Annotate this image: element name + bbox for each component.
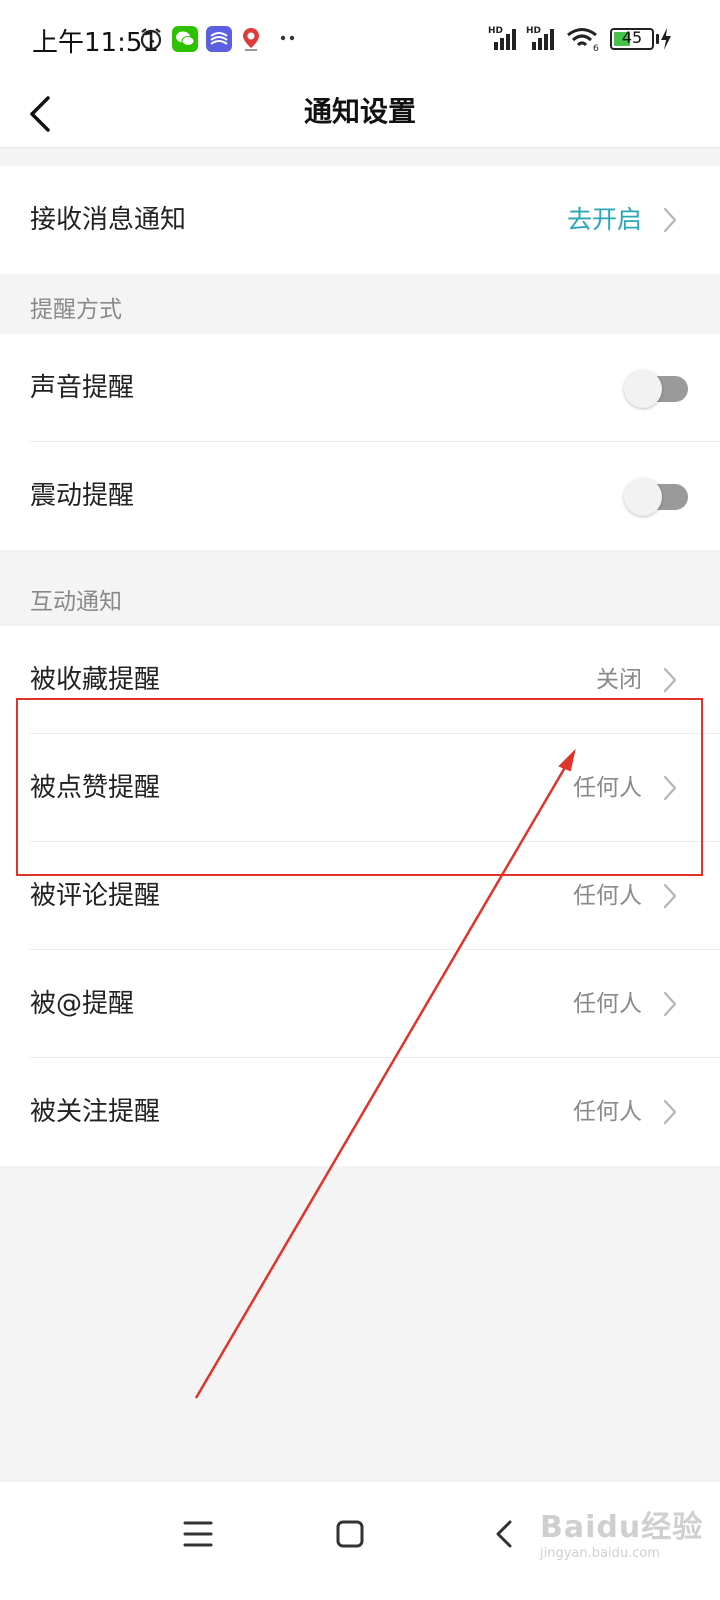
favorited-reminder-row[interactable]: 被收藏提醒 关闭 (0, 626, 720, 734)
row-value: 任何人 (573, 883, 642, 909)
row-label: 声音提醒 (30, 373, 135, 403)
mention-reminder-row[interactable]: 被@提醒 任何人 (0, 950, 720, 1058)
wifi-icon: 6 (567, 28, 599, 52)
battery-tip (656, 34, 659, 44)
follow-reminder-row[interactable]: 被关注提醒 任何人 (0, 1058, 720, 1166)
row-label: 接收消息通知 (30, 205, 187, 235)
row-value: 任何人 (573, 1099, 642, 1125)
nav-bar: 通知设置 (0, 78, 720, 148)
battery-level: 45 (621, 28, 643, 47)
status-bar: 上午11:51 HD HD 6 45 (0, 0, 720, 78)
chevron-right-icon (663, 991, 677, 1017)
row-value: 任何人 (573, 991, 642, 1017)
map-pin-icon (243, 28, 259, 51)
row-value: 关闭 (596, 667, 642, 693)
battery-icon: 45 (610, 28, 654, 50)
home-icon[interactable] (322, 1506, 378, 1562)
svg-text:HD: HD (488, 26, 503, 36)
system-nav-bar: Baidu经验 jingyan.baidu.com (0, 1482, 720, 1600)
chevron-right-icon (663, 667, 677, 693)
row-label: 被收藏提醒 (30, 665, 161, 695)
chevron-right-icon (663, 775, 677, 801)
sound-reminder-row[interactable]: 声音提醒 (0, 334, 720, 442)
alarm-icon (140, 28, 162, 51)
charging-icon (661, 28, 671, 50)
page-title: 通知设置 (303, 95, 416, 128)
vibrate-reminder-row[interactable]: 震动提醒 (0, 442, 720, 550)
row-value: 任何人 (573, 775, 642, 801)
svg-text:HD: HD (526, 26, 541, 36)
receive-notification-row[interactable]: 接收消息通知 去开启 (0, 166, 720, 274)
wechat-icon (172, 26, 198, 52)
sound-reminder-toggle[interactable] (624, 370, 688, 408)
toggle-knob (624, 370, 662, 408)
signal-hd-icon: HD (526, 26, 554, 50)
section-header-interaction: 互动通知 (30, 589, 122, 615)
watermark: Baidu经验 (540, 1510, 704, 1545)
row-label: 被@提醒 (30, 989, 135, 1019)
row-label: 震动提醒 (30, 481, 135, 511)
vibrate-reminder-toggle[interactable] (624, 478, 688, 516)
liked-reminder-row[interactable]: 被点赞提醒 任何人 (0, 734, 720, 842)
row-label: 被评论提醒 (30, 881, 161, 911)
svg-text:6: 6 (593, 44, 599, 52)
row-label: 被关注提醒 (30, 1097, 161, 1127)
comment-reminder-row[interactable]: 被评论提醒 任何人 (0, 842, 720, 950)
chevron-right-icon (663, 207, 677, 233)
chevron-right-icon (663, 883, 677, 909)
signal-hd-icon: HD (488, 26, 516, 50)
section-header-reminder: 提醒方式 (30, 297, 122, 323)
back-icon[interactable] (476, 1506, 532, 1562)
enable-link[interactable]: 去开启 (567, 166, 642, 274)
more-dots-icon (280, 35, 295, 41)
menu-icon[interactable] (170, 1506, 226, 1562)
watermark-sub: jingyan.baidu.com (540, 1546, 660, 1561)
toggle-knob (624, 478, 662, 516)
app-icon (206, 26, 232, 52)
row-label: 被点赞提醒 (30, 773, 161, 803)
chevron-right-icon (663, 1099, 677, 1125)
